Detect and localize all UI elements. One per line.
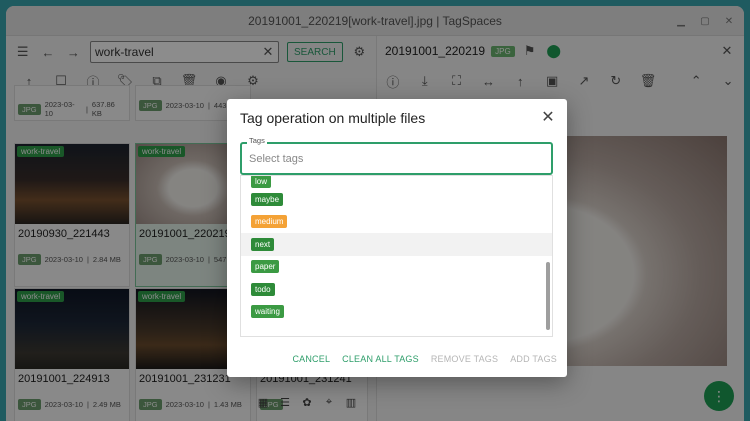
tag-chip: waiting xyxy=(251,305,284,319)
dialog-actions: CANCEL CLEAN ALL TAGS REMOVE TAGS ADD TA… xyxy=(227,354,567,368)
tags-label: Tags xyxy=(247,136,267,145)
cancel-button[interactable]: CANCEL xyxy=(292,354,330,368)
list-scrollbar[interactable] xyxy=(546,262,550,330)
close-icon[interactable]: ✕ xyxy=(539,108,557,126)
tag-option[interactable]: maybe xyxy=(241,188,552,211)
tag-option[interactable]: paper xyxy=(241,256,552,279)
tags-input-field[interactable] xyxy=(240,142,553,175)
dialog-title: Tag operation on multiple files xyxy=(240,110,426,126)
tag-chip: paper xyxy=(251,260,280,274)
add-tags-button[interactable]: ADD TAGS xyxy=(510,354,557,368)
tag-option[interactable]: low xyxy=(241,176,552,188)
tag-chip: todo xyxy=(251,282,275,296)
tag-option[interactable]: waiting xyxy=(241,301,552,324)
clean-all-tags-button[interactable]: CLEAN ALL TAGS xyxy=(342,354,419,368)
tag-chip: next xyxy=(251,237,275,251)
tag-operation-dialog: Tag operation on multiple files ✕ Tags l… xyxy=(227,99,567,377)
tag-option-highlighted[interactable]: next xyxy=(241,233,552,256)
remove-tags-button[interactable]: REMOVE TAGS xyxy=(431,354,498,368)
tag-chip: medium xyxy=(251,215,288,229)
tag-option[interactable]: todo xyxy=(241,278,552,301)
tag-chip: maybe xyxy=(251,192,284,206)
tag-suggestion-list: low maybe medium next paper todo waiting xyxy=(240,175,553,337)
tags-input[interactable] xyxy=(249,152,529,165)
tag-option[interactable]: medium xyxy=(241,211,552,234)
tag-chip: low xyxy=(251,176,272,188)
